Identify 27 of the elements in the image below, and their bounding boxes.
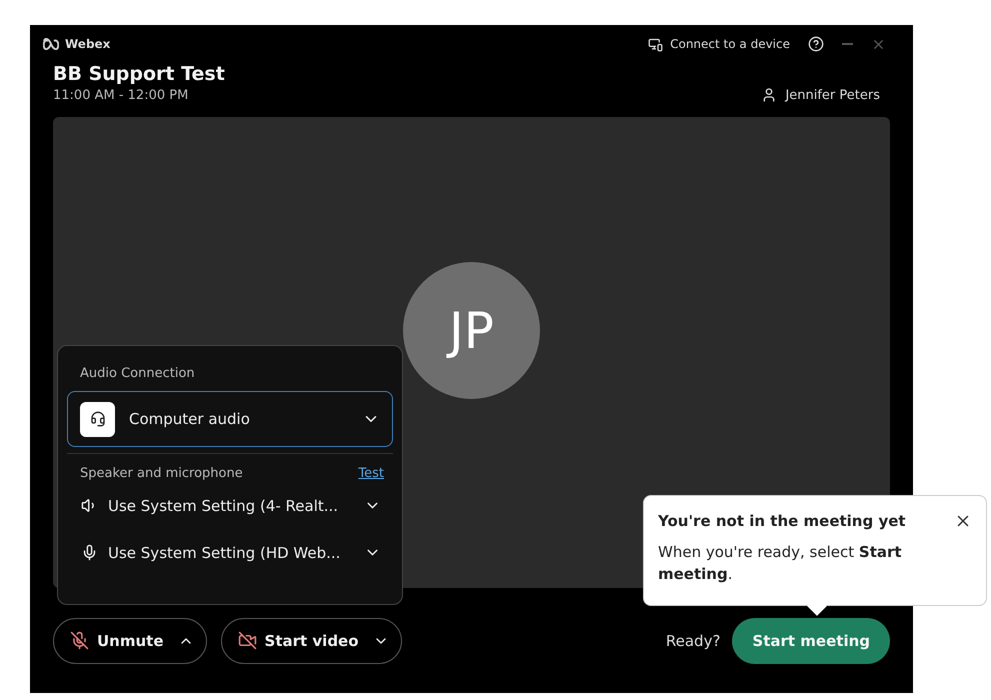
tooltip-text: When you're ready, select Start meeting. [658, 542, 903, 585]
audio-dropdown[interactable]: Computer audio [67, 391, 393, 447]
device-dropdown[interactable]: Use System Setting (4- Realt... [67, 483, 393, 528]
logo-icon [43, 38, 59, 50]
host-name: Jennifer Peters [785, 88, 880, 102]
video-button[interactable]: Start video [220, 618, 402, 664]
camera-off-icon [238, 631, 257, 650]
person-icon [761, 87, 778, 103]
muted-microphone-icon [70, 631, 89, 650]
meeting-time: 11:00 AM - 12:00 PM [53, 88, 190, 103]
unmute-button[interactable]: Unmute [53, 618, 207, 664]
ready-label: Ready? [666, 632, 720, 650]
devices-heading: Speaker and microphone [80, 466, 243, 481]
test-link[interactable]: Test [358, 466, 384, 481]
app-name: Webex [65, 37, 110, 51]
meeting-title: BB Support Test [53, 63, 225, 85]
tooltip-title: You're not in the meeting yet [658, 512, 906, 530]
microphone-icon [81, 544, 98, 561]
avatar: JP [403, 262, 540, 399]
headset-icon [80, 402, 115, 436]
connect-device-button[interactable]: Connect to a device [642, 36, 796, 52]
start-meeting-button[interactable]: Start meeting [732, 618, 890, 664]
device-icon [648, 36, 664, 52]
minimize-icon [842, 43, 853, 45]
help-icon [808, 36, 824, 52]
panel-heading: Audio Connection [80, 366, 196, 381]
device-dropdown[interactable]: Use System Setting (HD Web... [67, 530, 393, 575]
